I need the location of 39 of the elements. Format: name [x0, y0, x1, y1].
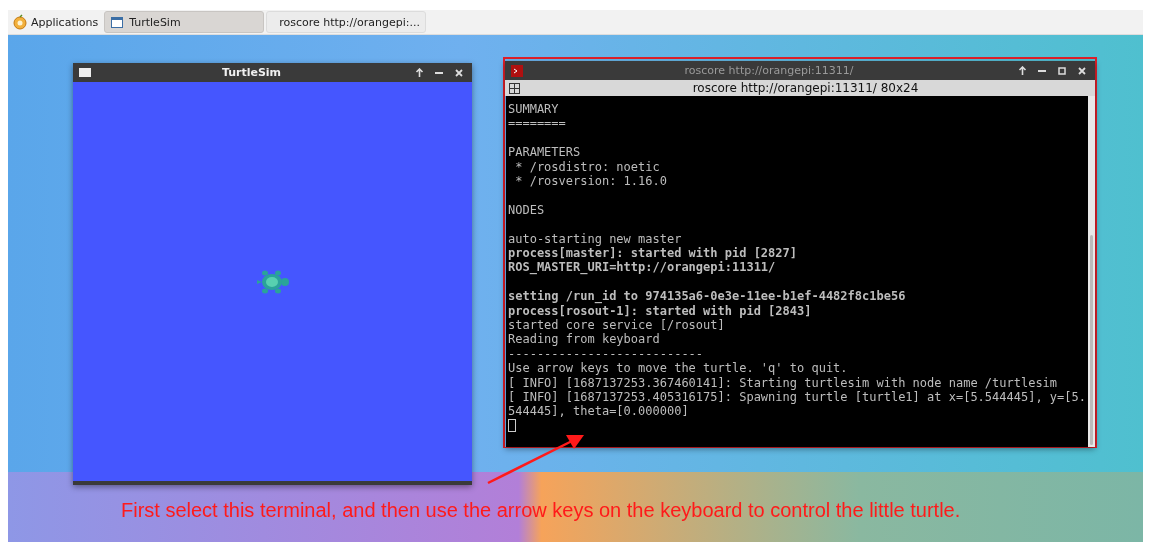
window-icon	[111, 16, 124, 28]
terminal-line: auto-starting new master	[508, 231, 683, 246]
terminal-line: ========	[508, 116, 567, 131]
close-icon	[455, 68, 463, 77]
arrow-up-icon	[1017, 66, 1027, 75]
terminal-line: Use arrow keys to move the turtle. 'q' to quit.	[508, 361, 849, 376]
turtle-icon	[255, 268, 290, 295]
terminal-line: 544445], theta=[0.000000]	[508, 404, 690, 419]
terminal-line: started core service [/rosout]	[508, 318, 726, 333]
terminal-line: * /rosversion: 1.16.0	[514, 174, 668, 189]
window-title: TurtleSim	[220, 66, 283, 79]
text-cursor	[508, 418, 516, 432]
terminal-line: SUMMARY	[508, 102, 560, 117]
window-title: roscore http://orangepi:11311/	[683, 64, 855, 77]
terminal-icon	[511, 64, 523, 77]
minimize-icon	[1038, 69, 1046, 72]
terminal-header: roscore http://orangepi:11311/ 80x24	[691, 81, 920, 95]
terminal-line: process[rosout-1]: started with pid [2843]	[508, 303, 813, 319]
terminal-line: Reading from keyboard	[508, 332, 661, 347]
arrow-up-icon	[414, 68, 424, 77]
window-icon	[79, 68, 91, 77]
taskbar-task[interactable]: TurtleSim	[104, 11, 265, 33]
taskbar-task[interactable]: roscore http://orangepi:...	[266, 11, 427, 33]
scrollbar[interactable]	[1087, 96, 1095, 447]
terminal-line: [ INFO] [1687137253.367460141]: Starting turtlesim with node name /turtlesim	[508, 375, 1059, 391]
terminal-line: PARAMETERS	[508, 145, 582, 160]
terminal-line: * /rosdistro: noetic	[514, 159, 661, 174]
applications-menu[interactable]: Applications	[8, 11, 103, 33]
terminal-line: setting /run_id to 974135a6-0e3e-11ee-b1ef-4482f8c1be56	[508, 289, 907, 304]
terminal-line: [ INFO] [1687137253.405316175]: Spawning turtle [turtle1] at x=[5.544445], y=[5.	[508, 390, 1086, 405]
terminal-line: ROS_MASTER_URI=http://orangepi:11311/	[508, 260, 777, 275]
terminal-line: NODES	[508, 202, 546, 218]
maximize-icon	[1058, 66, 1066, 75]
terminal-line: process[master]: started with pid [2827]	[508, 246, 798, 261]
minimize-icon	[435, 71, 443, 74]
fruit-logo-icon	[12, 14, 28, 30]
close-icon	[1078, 66, 1086, 75]
grid-icon[interactable]	[509, 82, 520, 94]
terminal-line: ---------------------------	[508, 346, 705, 362]
